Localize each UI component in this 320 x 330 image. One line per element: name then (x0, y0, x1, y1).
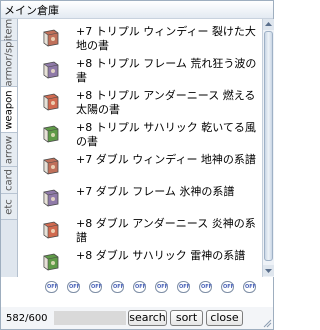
bottom-bar: 582/600 search sort close (1, 307, 273, 329)
item-name: +7 トリプル ウィンディー 裂けた大地の書 (76, 25, 256, 52)
toggle-label: OFF (244, 284, 257, 290)
scroll-down-button[interactable] (263, 265, 274, 276)
tab-label: item (3, 18, 15, 41)
item-count: 582/600 (6, 313, 48, 324)
search-input[interactable] (54, 311, 126, 325)
book-icon[interactable] (41, 61, 61, 79)
toggle-label: OFF (156, 284, 169, 290)
scroll-thumb[interactable] (264, 31, 273, 261)
filter-toggle[interactable]: OFF (45, 281, 58, 293)
tab-label: card (3, 169, 15, 191)
list-item[interactable]: +8 トリプル フレーム 荒れ狂う波の書 (18, 53, 262, 89)
filter-toggle[interactable]: OFF (221, 281, 234, 293)
arrow-down-icon (265, 269, 272, 273)
filter-toggle[interactable]: OFF (199, 281, 212, 293)
tab-weapon[interactable]: weapon (1, 87, 17, 133)
sort-button[interactable]: sort (170, 310, 203, 326)
tab-etc[interactable]: etc (1, 194, 17, 220)
toggle-label: OFF (46, 284, 59, 290)
list-item[interactable]: +7 ダブル フレーム 氷神の系譜 (18, 181, 262, 217)
filter-toggle[interactable]: OFF (243, 281, 256, 293)
list-item[interactable]: +7 トリプル ウィンディー 裂けた大地の書 (18, 21, 262, 57)
book-icon[interactable] (41, 125, 61, 143)
title-bar[interactable]: メイン倉庫 (1, 1, 273, 19)
toggle-label: OFF (222, 284, 235, 290)
toggle-label: OFF (200, 284, 213, 290)
book-icon[interactable] (41, 93, 61, 111)
close-button[interactable]: close (206, 310, 243, 326)
filter-toggles: OFF OFF OFF OFF OFF OFF OFF OFF OFF OFF (18, 281, 262, 293)
item-name: +8 ダブル サハリック 雷神の系譜 (76, 249, 246, 262)
item-name: +8 ダブル アンダーニース 炎神の系譜 (76, 217, 256, 244)
filter-toggle[interactable]: OFF (177, 281, 190, 293)
toggle-label: OFF (134, 284, 147, 290)
tab-card[interactable]: card (1, 167, 17, 194)
resize-grip-icon[interactable] (262, 318, 272, 328)
toggle-label: OFF (112, 284, 125, 290)
category-tabs: item armor/sp weapon arrow card etc (1, 18, 18, 277)
filter-toggle[interactable]: OFF (67, 281, 80, 293)
toggle-label: OFF (178, 284, 191, 290)
book-icon[interactable] (41, 253, 61, 271)
filter-toggle[interactable]: OFF (111, 281, 124, 293)
book-icon[interactable] (41, 29, 61, 47)
window-title: メイン倉庫 (4, 4, 59, 17)
item-name: +8 トリプル フレーム 荒れ狂う波の書 (76, 57, 257, 84)
tab-label: weapon (3, 89, 15, 130)
book-icon[interactable] (41, 189, 61, 207)
storage-window: メイン倉庫 item armor/sp weapon arrow card etc +7 … (0, 0, 274, 330)
item-name: +7 ダブル ウィンディー 地神の系譜 (76, 153, 256, 166)
tab-label: arrow (3, 135, 15, 164)
tab-armor-sp[interactable]: armor/sp (1, 41, 17, 87)
book-icon[interactable] (41, 157, 61, 175)
item-list: +7 トリプル ウィンディー 裂けた大地の書 +8 トリプル フレーム 荒れ狂う波… (18, 19, 262, 277)
list-item[interactable]: +8 トリプル アンダーニース 燃える太陽の書 (18, 85, 262, 121)
list-item[interactable]: +7 ダブル ウィンディー 地神の系譜 (18, 149, 262, 185)
tab-item[interactable]: item (1, 18, 17, 41)
tab-arrow[interactable]: arrow (1, 133, 17, 167)
list-item[interactable]: +8 トリプル サハリック 乾いてる風の書 (18, 117, 262, 153)
scroll-up-button[interactable] (263, 19, 274, 30)
list-item[interactable]: +8 ダブル アンダーニース 炎神の系譜 (18, 213, 262, 249)
item-name: +8 トリプル サハリック 乾いてる風の書 (76, 121, 256, 148)
tab-label: armor/sp (3, 41, 15, 86)
toggle-label: OFF (68, 284, 81, 290)
item-name: +8 トリプル アンダーニース 燃える太陽の書 (76, 89, 256, 116)
arrow-up-icon (265, 22, 272, 26)
search-button[interactable]: search (128, 310, 167, 326)
list-item[interactable]: +8 ダブル サハリック 雷神の系譜 (18, 245, 262, 277)
filter-toggle[interactable]: OFF (155, 281, 168, 293)
book-icon[interactable] (41, 221, 61, 239)
filter-toggle[interactable]: OFF (89, 281, 102, 293)
filter-toggle[interactable]: OFF (133, 281, 146, 293)
vertical-scrollbar[interactable] (262, 19, 274, 277)
tab-label: etc (3, 198, 15, 215)
item-name: +7 ダブル フレーム 氷神の系譜 (76, 185, 235, 198)
toggle-label: OFF (90, 284, 103, 290)
